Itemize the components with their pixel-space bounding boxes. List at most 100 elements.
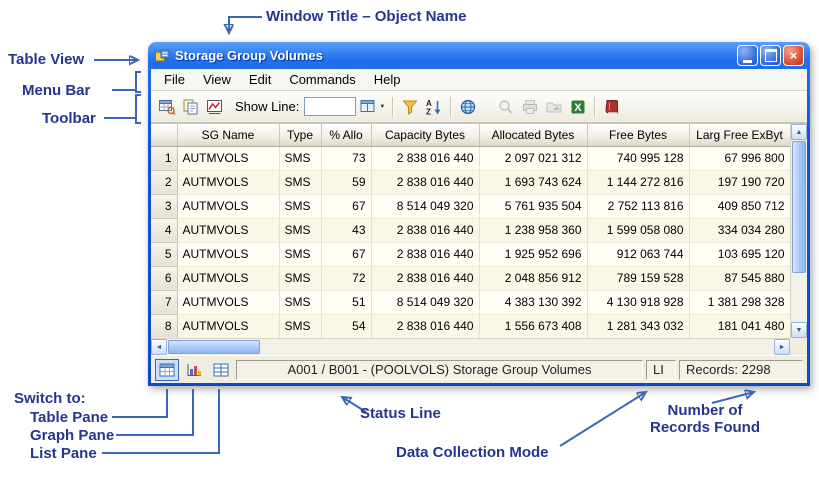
show-line-input[interactable]: [304, 97, 356, 116]
callout-records-found: Number of Records Found: [635, 402, 775, 436]
menu-file[interactable]: File: [155, 70, 194, 89]
menu-edit[interactable]: Edit: [240, 70, 280, 89]
excel-icon: X: [569, 98, 587, 116]
list-pane-icon: [213, 363, 229, 377]
cell: SMS: [279, 170, 321, 194]
cell: 1 599 058 080: [587, 218, 689, 242]
sort-az-icon: A Z: [425, 98, 443, 116]
table-row[interactable]: 5 AUTMVOLS SMS 67 2 838 016 440 1 925 95…: [151, 242, 790, 266]
toolbar: Show Line: ▼: [151, 91, 807, 123]
printer-icon: [521, 98, 539, 116]
data-collection-mode[interactable]: LI: [646, 360, 676, 380]
cell: 197 190 720: [689, 170, 790, 194]
column-header[interactable]: Type: [279, 124, 321, 146]
menu-commands[interactable]: Commands: [280, 70, 364, 89]
table-row[interactable]: 7 AUTMVOLS SMS 51 8 514 049 320 4 383 13…: [151, 290, 790, 314]
row-number: 3: [151, 194, 177, 218]
cell: 2 838 016 440: [371, 146, 479, 170]
column-header[interactable]: % Allo: [321, 124, 371, 146]
cell: 2 838 016 440: [371, 242, 479, 266]
column-header[interactable]: Allocated Bytes: [479, 124, 587, 146]
cell: 4 130 918 928: [587, 290, 689, 314]
column-header[interactable]: Larg Free ExByt: [689, 124, 790, 146]
callout-window-title: Window Title – Object Name: [266, 8, 466, 25]
scroll-up-button[interactable]: ▲: [791, 124, 807, 140]
print-button[interactable]: [518, 95, 542, 119]
table-row[interactable]: 8 AUTMVOLS SMS 54 2 838 016 440 1 556 67…: [151, 314, 790, 338]
column-header[interactable]: Free Bytes: [587, 124, 689, 146]
callout-graph-pane: Graph Pane: [30, 427, 114, 444]
globe-button[interactable]: [456, 95, 480, 119]
toolbar-separator: [450, 97, 452, 117]
title-bar[interactable]: Storage Group Volumes ×: [151, 42, 807, 69]
cell: AUTMVOLS: [177, 146, 279, 170]
svg-text:X: X: [575, 102, 583, 114]
cell: AUTMVOLS: [177, 314, 279, 338]
view-columns-button[interactable]: [155, 95, 179, 119]
cell: 1 556 673 408: [479, 314, 587, 338]
chart-button[interactable]: [203, 95, 227, 119]
corner-header[interactable]: [151, 124, 177, 146]
export-button[interactable]: [542, 95, 566, 119]
cell: 2 838 016 440: [371, 218, 479, 242]
cell: 181 041 480: [689, 314, 790, 338]
minimize-button[interactable]: [737, 45, 758, 66]
scroll-left-button[interactable]: ◄: [151, 339, 167, 355]
filter-button[interactable]: [398, 95, 422, 119]
horizontal-scrollbar[interactable]: ◄ ►: [151, 338, 790, 355]
table-row[interactable]: 4 AUTMVOLS SMS 43 2 838 016 440 1 238 95…: [151, 218, 790, 242]
close-button[interactable]: ×: [783, 45, 804, 66]
table-row[interactable]: 3 AUTMVOLS SMS 67 8 514 049 320 5 761 93…: [151, 194, 790, 218]
maximize-button[interactable]: [760, 45, 781, 66]
layout-icon: [359, 98, 377, 116]
cell: AUTMVOLS: [177, 290, 279, 314]
scroll-down-button[interactable]: ▼: [791, 322, 807, 338]
cell: 8 514 049 320: [371, 290, 479, 314]
vertical-scroll-thumb[interactable]: [792, 141, 806, 273]
list-pane-button[interactable]: [209, 359, 233, 381]
cell: SMS: [279, 218, 321, 242]
vertical-scrollbar[interactable]: ▲ ▼: [790, 124, 807, 338]
cell: 2 097 021 312: [479, 146, 587, 170]
table-row[interactable]: 2 AUTMVOLS SMS 59 2 838 016 440 1 693 74…: [151, 170, 790, 194]
cell: 740 995 128: [587, 146, 689, 170]
row-number: 8: [151, 314, 177, 338]
table-row[interactable]: 6 AUTMVOLS SMS 72 2 838 016 440 2 048 85…: [151, 266, 790, 290]
filter-icon: [401, 98, 419, 116]
cell: SMS: [279, 314, 321, 338]
zoom-button[interactable]: [494, 95, 518, 119]
table-pane-button[interactable]: [155, 359, 179, 381]
excel-button[interactable]: X: [566, 95, 590, 119]
cell: SMS: [279, 242, 321, 266]
annotated-figure: Window Title – Object Name Table View Me…: [0, 0, 819, 499]
cell: 67 996 800: [689, 146, 790, 170]
window-title: Storage Group Volumes: [175, 48, 732, 63]
magnifier-icon: [497, 98, 515, 116]
records-count: Records: 2298: [679, 360, 803, 380]
cell: 2 048 856 912: [479, 266, 587, 290]
copy-button[interactable]: [179, 95, 203, 119]
column-header[interactable]: Capacity Bytes: [371, 124, 479, 146]
callout-table-view: Table View: [8, 51, 84, 68]
table-row[interactable]: 1 AUTMVOLS SMS 73 2 838 016 440 2 097 02…: [151, 146, 790, 170]
cell: SMS: [279, 290, 321, 314]
menu-help[interactable]: Help: [365, 70, 410, 89]
status-line: A001 / B001 - (POOLVOLS) Storage Group V…: [236, 360, 643, 380]
help-button[interactable]: [600, 95, 624, 119]
cell: 72: [321, 266, 371, 290]
toolbar-separator: [392, 97, 394, 117]
sort-button[interactable]: A Z: [422, 95, 446, 119]
column-header[interactable]: SG Name: [177, 124, 279, 146]
scrollbar-corner: [790, 338, 807, 355]
cell: 59: [321, 170, 371, 194]
horizontal-scroll-thumb[interactable]: [168, 340, 260, 354]
callout-switch-to: Switch to:: [14, 390, 86, 407]
layout-button[interactable]: ▼: [356, 95, 388, 119]
menu-view[interactable]: View: [194, 70, 240, 89]
export-icon: [545, 98, 563, 116]
table-pane: SG Name Type % Allo Capacity Bytes Alloc…: [151, 123, 807, 355]
callout-status-line: Status Line: [360, 405, 441, 422]
cell: AUTMVOLS: [177, 170, 279, 194]
scroll-right-button[interactable]: ►: [774, 339, 790, 355]
graph-pane-button[interactable]: [182, 359, 206, 381]
